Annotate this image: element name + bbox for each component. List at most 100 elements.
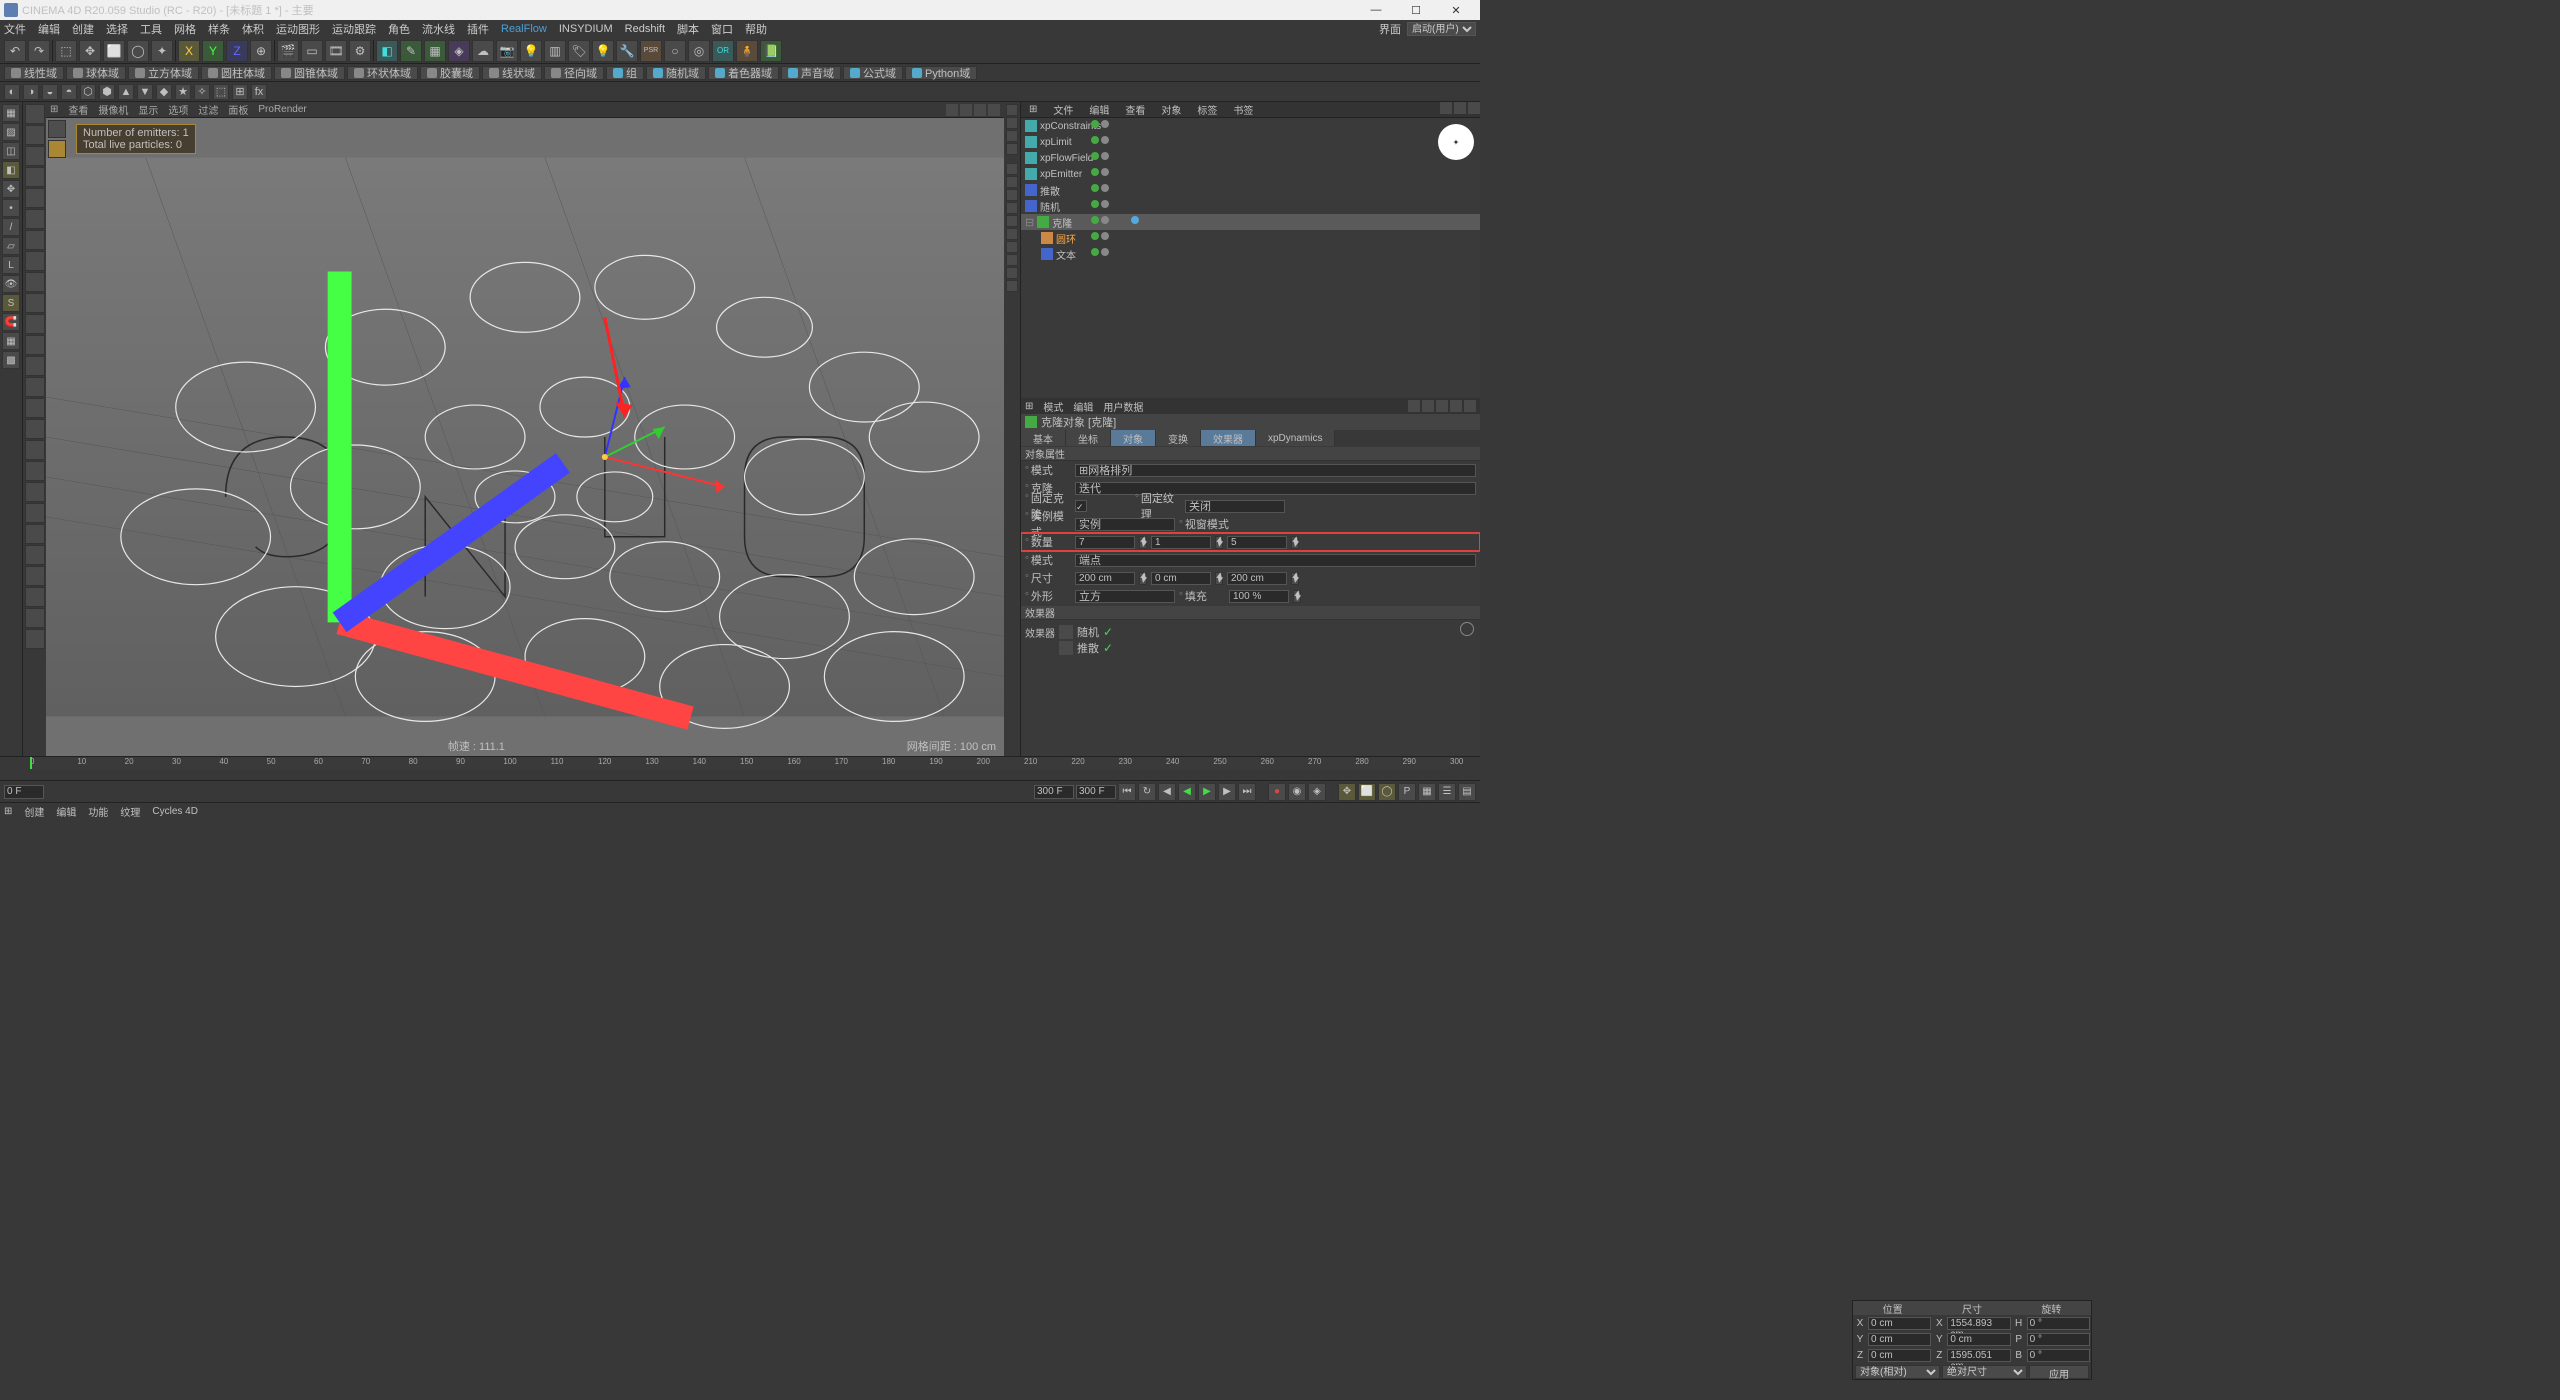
check-icon[interactable]: ✓	[1103, 625, 1113, 639]
domain-cone[interactable]: 圆锥体域	[274, 66, 345, 80]
character-icon[interactable]: 🧍	[736, 40, 758, 62]
attr-menu-icon[interactable]: ⊞	[1025, 401, 1033, 412]
attr-nav-icon[interactable]	[1422, 400, 1434, 412]
end-frame[interactable]: 300 F	[1034, 785, 1074, 799]
key-pos[interactable]: ✥	[1338, 783, 1356, 801]
menu-script[interactable]: 脚本	[677, 21, 699, 37]
book-icon[interactable]: 📗	[760, 40, 782, 62]
size-x[interactable]: 200 cm	[1075, 572, 1135, 585]
tool-icon[interactable]	[25, 482, 45, 502]
tool-icon[interactable]	[25, 608, 45, 628]
attr-nav-icon[interactable]	[1450, 400, 1462, 412]
vp-icon[interactable]	[1006, 176, 1018, 188]
vp-nav-icon[interactable]	[974, 104, 986, 116]
coord-mode-2[interactable]: 绝对尺寸	[1942, 1365, 2027, 1379]
point-mode[interactable]: •	[2, 199, 20, 217]
vp-icon[interactable]	[1006, 130, 1018, 142]
viewport-3d[interactable]: Number of emitters: 1 Total live particl…	[46, 118, 1004, 756]
tag-icon[interactable]: 🏷	[568, 40, 590, 62]
magnet-icon[interactable]: 🧲	[2, 313, 20, 331]
rot-p[interactable]: 0 °	[2027, 1333, 2090, 1346]
deformer[interactable]: ◈	[448, 40, 470, 62]
tool-icon[interactable]	[25, 188, 45, 208]
spinner[interactable]: ▴▾	[1215, 572, 1223, 585]
vp-icon[interactable]	[1006, 267, 1018, 279]
field-icon[interactable]: ▥	[544, 40, 566, 62]
psr-icon[interactable]: PSR	[640, 40, 662, 62]
spinner[interactable]: ▴▾	[1291, 572, 1299, 585]
domain-formula[interactable]: 公式域	[843, 66, 903, 80]
spanner-icon[interactable]: 🔧	[616, 40, 638, 62]
vp-icon[interactable]	[1006, 215, 1018, 227]
vp-icon[interactable]	[1006, 189, 1018, 201]
tool-icon[interactable]	[25, 566, 45, 586]
vp-icon[interactable]	[1006, 241, 1018, 253]
fill-value[interactable]: 100 %	[1229, 590, 1289, 603]
render-pv[interactable]: 🎞	[325, 40, 347, 62]
sub-icon[interactable]: ◒	[42, 84, 58, 100]
menu-mesh[interactable]: 网格	[174, 21, 196, 37]
vp-menu-icon[interactable]: ⊞	[50, 104, 58, 115]
bm-tex[interactable]: 纹理	[120, 804, 140, 819]
tool-icon[interactable]	[25, 419, 45, 439]
null-icon[interactable]: ○	[664, 40, 686, 62]
tool-icon[interactable]	[25, 461, 45, 481]
om-objects[interactable]: 对象	[1153, 102, 1189, 117]
recent-tool[interactable]: ✦	[151, 40, 173, 62]
attr-userdata[interactable]: 用户数据	[1103, 399, 1143, 414]
sub-icon[interactable]: ◑	[23, 84, 39, 100]
om-path-icon[interactable]	[1454, 102, 1466, 114]
spinner[interactable]: ▴▾	[1215, 536, 1223, 549]
menu-plugins[interactable]: 插件	[467, 21, 489, 37]
section-effector[interactable]: 效果器	[1021, 606, 1480, 620]
goto-end[interactable]: ⏭	[1238, 783, 1256, 801]
vp-icon[interactable]	[1006, 228, 1018, 240]
vp-panel[interactable]: 面板	[228, 102, 248, 117]
tool-icon[interactable]	[25, 293, 45, 313]
spinner[interactable]: ▴▾	[1293, 590, 1301, 603]
model-mode[interactable]: ▦	[2, 104, 20, 122]
tool-icon[interactable]	[25, 503, 45, 523]
menu-spline[interactable]: 样条	[208, 21, 230, 37]
sub-icon[interactable]: ⊞	[232, 84, 248, 100]
rot-h[interactable]: 0 °	[2027, 1317, 2090, 1330]
om-bookmarks[interactable]: 书签	[1225, 102, 1261, 117]
minimize-button[interactable]: —	[1356, 4, 1396, 16]
vp-icon[interactable]	[1006, 254, 1018, 266]
mode-select[interactable]: ⊞ 网格排列	[1075, 464, 1476, 477]
poly-mode[interactable]: ▱	[2, 237, 20, 255]
tab-coord[interactable]: 坐标	[1066, 430, 1111, 446]
sub-icon[interactable]: ▲	[118, 84, 134, 100]
om-flat-icon[interactable]	[1468, 102, 1480, 114]
move-tool[interactable]: ✥	[79, 40, 101, 62]
om-tags[interactable]: 标签	[1189, 102, 1225, 117]
mode2-select[interactable]: 端点	[1075, 554, 1476, 567]
attr-nav-icon[interactable]	[1436, 400, 1448, 412]
render-settings[interactable]: ⚙	[349, 40, 371, 62]
bm-create[interactable]: 创建	[24, 804, 44, 819]
vp-icon[interactable]	[1006, 104, 1018, 116]
tool-icon[interactable]	[25, 230, 45, 250]
menu-edit[interactable]: 编辑	[38, 21, 60, 37]
grid-icon[interactable]: ▦	[2, 332, 20, 350]
sub-icon[interactable]: ★	[175, 84, 191, 100]
edge-mode[interactable]: /	[2, 218, 20, 236]
camera[interactable]: 📷	[496, 40, 518, 62]
bm-func[interactable]: 功能	[88, 804, 108, 819]
om-edit[interactable]: 编辑	[1081, 102, 1117, 117]
vp-filter[interactable]: 过滤	[198, 102, 218, 117]
menu-tools[interactable]: 工具	[140, 21, 162, 37]
sub-icon[interactable]: ⬚	[213, 84, 229, 100]
om-search-icon[interactable]	[1440, 102, 1452, 114]
record-icon[interactable]: ●	[1268, 783, 1286, 801]
current-frame[interactable]: 0 F	[4, 785, 44, 799]
menu-character[interactable]: 角色	[388, 21, 410, 37]
key-rot[interactable]: ◯	[1378, 783, 1396, 801]
shape-select[interactable]: 立方	[1075, 590, 1175, 603]
tab-object[interactable]: 对象	[1111, 430, 1156, 446]
om-view[interactable]: 查看	[1117, 102, 1153, 117]
sub-icon[interactable]: fx	[251, 84, 267, 100]
sub-icon[interactable]: ▼	[137, 84, 153, 100]
select-tool[interactable]: ⬚	[55, 40, 77, 62]
count-y[interactable]: 1	[1151, 536, 1211, 549]
